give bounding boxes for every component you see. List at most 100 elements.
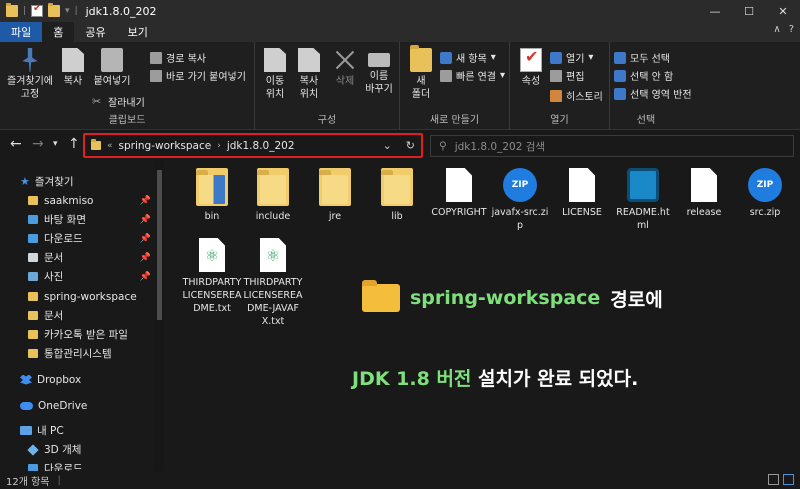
sidebar-item-saakmiso[interactable]: saakmiso 📌 — [28, 191, 155, 210]
move-to-icon — [264, 48, 286, 72]
chevron-down-icon[interactable]: ⌄ — [383, 139, 392, 152]
new-folder-button[interactable]: 새 폴더 — [406, 45, 436, 101]
large-icons-view-icon[interactable] — [783, 474, 794, 485]
folder-icon — [319, 168, 351, 206]
sidebar-item-pictures[interactable]: 사진 📌 — [28, 267, 155, 286]
history-icon — [550, 89, 562, 102]
chevron-right-icon[interactable]: › — [217, 141, 221, 151]
collapse-ribbon-icon[interactable]: ∧ — [773, 24, 780, 35]
new-item-button[interactable]: 새 항목 ▾ — [440, 50, 496, 65]
details-view-icon[interactable] — [768, 474, 779, 485]
maximize-button[interactable]: ☐ — [732, 0, 766, 22]
file-item-src-zip[interactable]: ZIP src.zip — [735, 168, 795, 219]
forward-arrow-icon[interactable]: → — [32, 136, 44, 152]
sidebar-item-label: 즐겨찾기 — [34, 176, 74, 188]
copy-to-button[interactable]: 복사 위치 — [293, 48, 325, 101]
tab-home[interactable]: 홈 — [42, 22, 75, 42]
tab-share[interactable]: 공유 — [74, 22, 116, 42]
sidebar-item-quick-access[interactable]: ★ 즐겨찾기 — [20, 172, 163, 191]
sidebar-item-onedrive[interactable]: OneDrive — [20, 396, 163, 415]
file-item-thirdparty-readme-javafx[interactable]: ⚛ THIRDPARTYLICENSEREADME-JAVAFX.txt — [243, 238, 303, 328]
select-none-button[interactable]: 선택 안 함 — [614, 68, 673, 83]
window-controls: — ☐ ✕ — [698, 0, 800, 22]
cut-button[interactable]: ✂ 잘라내기 — [92, 94, 145, 109]
paste-icon — [101, 48, 123, 72]
properties-icon[interactable] — [31, 3, 44, 17]
tab-view[interactable]: 보기 — [117, 22, 159, 42]
refresh-icon[interactable]: ↻ — [406, 139, 415, 152]
copy-to-icon — [298, 48, 320, 72]
file-item-include[interactable]: include — [243, 168, 303, 223]
search-box[interactable]: ⚲ jdk1.8.0_202 검색 — [430, 135, 794, 157]
file-name: THIRDPARTYLICENSEREADME-JAVAFX.txt — [243, 277, 303, 327]
open-group: 속성 열기 ▾ 편집 히스토리 열기 — [510, 42, 610, 130]
pin-icon: 📌 — [139, 214, 151, 225]
breadcrumb-spring-workspace[interactable]: spring-workspace — [119, 140, 212, 152]
pin-quick-access-button[interactable]: 즐겨찾기에 고정 — [4, 48, 56, 101]
sidebar-item-label: 카카오톡 받은 파일 — [44, 329, 128, 341]
file-item-lib[interactable]: lib — [367, 168, 427, 223]
minimize-button[interactable]: — — [698, 0, 732, 22]
sidebar-item-dropbox[interactable]: Dropbox — [20, 370, 163, 389]
copy-button[interactable]: 복사 — [58, 48, 88, 88]
sidebar-item-integrated-system[interactable]: 통합관리시스템 — [28, 344, 155, 363]
desktop-icon — [28, 215, 38, 224]
invert-selection-button[interactable]: 선택 영역 반전 — [614, 86, 692, 101]
properties-icon — [520, 48, 542, 72]
paste-button[interactable]: 붙여넣기 — [90, 48, 134, 88]
file-item-bin[interactable]: bin — [182, 168, 242, 223]
sidebar-item-desktop[interactable]: 바탕 화면 📌 — [28, 210, 155, 229]
file-item-thirdparty-readme[interactable]: ⚛ THIRDPARTYLICENSEREADME.txt — [182, 238, 242, 315]
overflow-chevron-icon[interactable]: « — [107, 141, 113, 151]
file-item-readme-html[interactable]: README.html — [613, 168, 673, 232]
up-arrow-icon[interactable]: ↑ — [68, 136, 80, 152]
sidebar-item-downloads[interactable]: 다운로드 📌 — [28, 229, 155, 248]
easy-access-button[interactable]: 빠른 연결 ▾ — [440, 68, 505, 83]
back-arrow-icon[interactable]: ← — [10, 136, 22, 152]
new-folder-icon[interactable] — [48, 3, 61, 17]
file-item-license[interactable]: LICENSE — [552, 168, 612, 219]
move-to-button[interactable]: 이동 위치 — [259, 48, 291, 101]
help-icon[interactable]: ? — [789, 24, 794, 35]
sidebar-item-kakaotalk[interactable]: 카카오톡 받은 파일 — [28, 325, 155, 344]
sidebar-item-this-pc[interactable]: 내 PC — [20, 421, 163, 440]
file-item-copyright[interactable]: COPYRIGHT — [429, 168, 489, 219]
ribbon-right-controls: ∧ ? — [773, 24, 794, 35]
paste-shortcut-button[interactable]: 바로 가기 붙여넣기 — [150, 68, 246, 83]
rename-button[interactable]: 이름 바꾸기 — [361, 48, 397, 96]
file-item-release[interactable]: release — [674, 168, 734, 219]
pin-icon: 📌 — [139, 195, 151, 206]
copy-to-label-line1: 복사 — [299, 76, 319, 87]
cube-icon — [27, 443, 39, 456]
sidebar-item-label: 3D 개체 — [44, 444, 82, 456]
annotation-highlight: spring-workspace — [410, 287, 601, 309]
sidebar-scroll-thumb[interactable] — [157, 170, 162, 320]
sidebar-item-downloads-2[interactable]: 다운로드 — [28, 459, 155, 471]
sidebar-item-label: OneDrive — [38, 399, 88, 412]
new-item-label: 새 항목 — [456, 54, 487, 65]
address-bar[interactable]: « spring-workspace › jdk1.8.0_202 ⌄ ↻ — [83, 133, 423, 158]
properties-button[interactable]: 속성 — [516, 48, 546, 88]
history-button[interactable]: 히스토리 — [550, 88, 603, 103]
file-item-javafx-src-zip[interactable]: ZIP javafx-src.zip — [490, 168, 550, 232]
sidebar-item-documents-2[interactable]: 문서 — [28, 306, 155, 325]
close-button[interactable]: ✕ — [766, 0, 800, 22]
open-button[interactable]: 열기 ▾ — [550, 50, 593, 65]
recent-dropdown-icon[interactable]: ▾ — [53, 139, 58, 149]
delete-button[interactable]: 삭제 — [331, 48, 359, 88]
zip-icon: ZIP — [503, 168, 537, 202]
select-all-button[interactable]: 모두 선택 — [614, 50, 670, 65]
select-all-icon — [614, 51, 626, 64]
paste-label: 붙여넣기 — [93, 76, 131, 87]
chevron-down-icon: ▾ — [588, 52, 594, 63]
sidebar-item-documents[interactable]: 문서 📌 — [28, 248, 155, 267]
edit-button[interactable]: 편집 — [550, 68, 584, 83]
customize-dropdown-icon[interactable]: ▾ — [65, 6, 70, 16]
copy-path-button[interactable]: 경로 복사 — [150, 50, 206, 65]
sidebar-item-spring-workspace[interactable]: spring-workspace — [28, 287, 155, 306]
sidebar-item-3d-objects[interactable]: 3D 개체 — [27, 440, 155, 459]
pin-label-line1: 즐겨찾기에 — [7, 76, 53, 87]
tab-file[interactable]: 파일 — [0, 22, 43, 42]
breadcrumb-jdk[interactable]: jdk1.8.0_202 — [227, 140, 295, 152]
file-item-jre[interactable]: jre — [305, 168, 365, 223]
